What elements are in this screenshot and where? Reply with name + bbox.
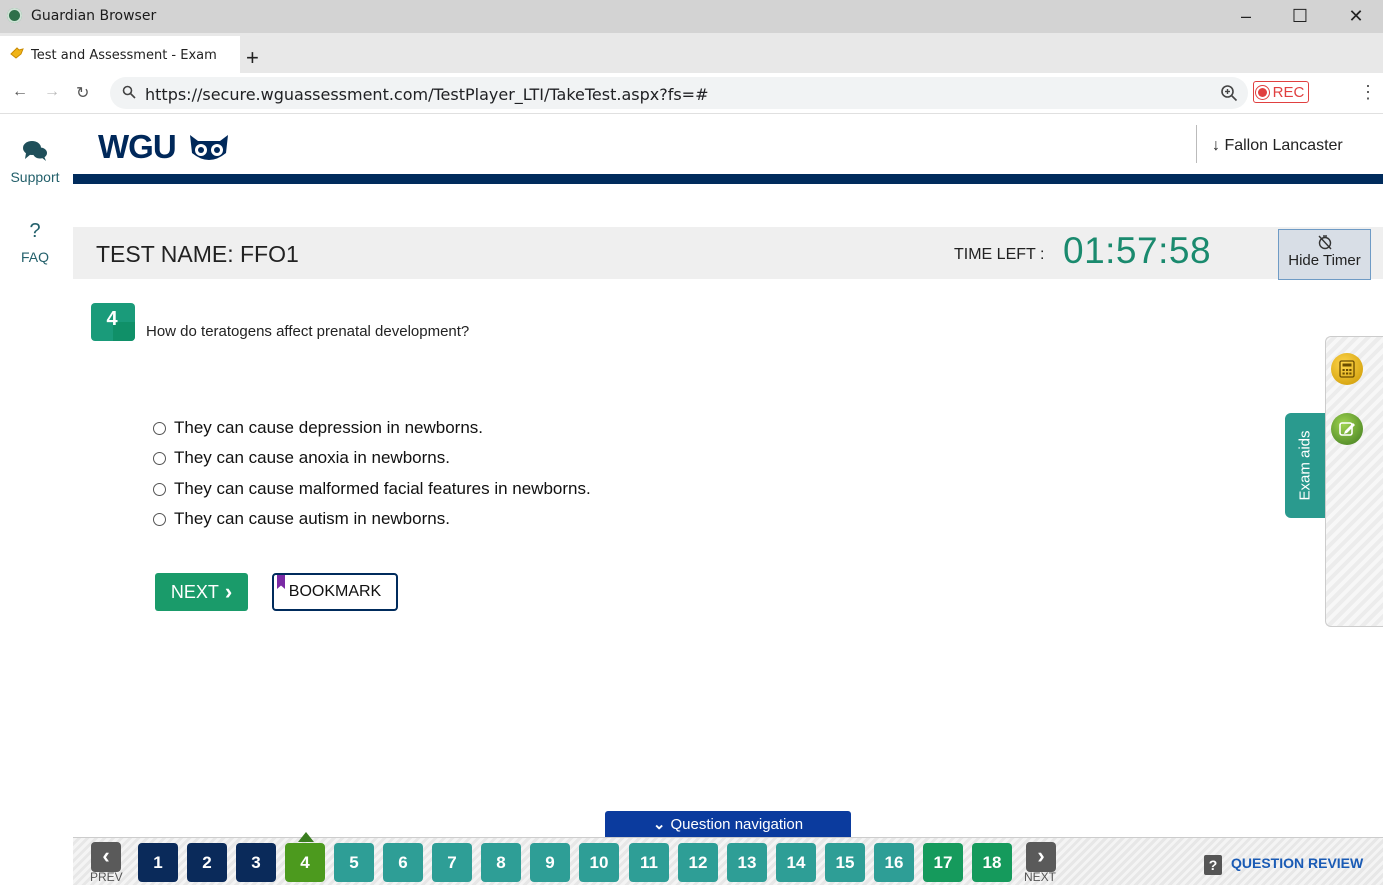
question-text: How do teratogens affect prenatal develo…: [146, 323, 470, 340]
hide-timer-button[interactable]: Hide Timer: [1278, 229, 1371, 280]
site-info-icon[interactable]: [122, 85, 136, 99]
owl-logo-icon: [190, 135, 228, 160]
tab-label: Test and Assessment - Exam: [31, 48, 217, 63]
question-nav-button-7[interactable]: 7: [432, 843, 472, 882]
user-menu[interactable]: ↓ Fallon Lancaster: [1212, 137, 1343, 155]
answer-option[interactable]: They can cause autism in newborns.: [153, 507, 450, 531]
question-number-badge: 4: [91, 303, 135, 341]
question-nav-button-5[interactable]: 5: [334, 843, 374, 882]
new-tab-button[interactable]: +: [246, 45, 259, 71]
close-window-button[interactable]: ✕: [1329, 0, 1383, 33]
answer-option[interactable]: They can cause anoxia in newborns.: [153, 446, 450, 470]
chevron-left-icon: ‹: [102, 842, 110, 868]
hand-icon: [10, 47, 24, 59]
window-title-bar: Guardian Browser: [0, 0, 1383, 33]
record-icon: [1257, 87, 1267, 97]
chevron-right-icon: ›: [1037, 842, 1045, 868]
radio-button[interactable]: [153, 421, 166, 435]
recording-label: REC: [1272, 83, 1305, 101]
sidebar-item-label: FAQ: [20, 249, 49, 265]
radio-button[interactable]: [153, 451, 166, 465]
exam-aids-label: Exam aids: [1296, 430, 1314, 501]
question-navigation-toggle[interactable]: ⌄ Question navigation: [605, 811, 851, 837]
pencil-paper-icon: [1339, 422, 1355, 436]
browser-menu-icon[interactable]: ⋮: [1359, 82, 1377, 103]
tab-exam[interactable]: Test and Assessment - Exam: [0, 36, 240, 73]
next-page-button[interactable]: ›: [1026, 842, 1056, 872]
question-navigation-label: Question navigation: [670, 815, 804, 833]
minimize-button[interactable]: –: [1219, 0, 1273, 33]
question-nav-button-13[interactable]: 13: [727, 843, 767, 882]
bookmark-button[interactable]: BOOKMARK: [272, 573, 398, 611]
chevron-down-icon: ⌄: [652, 816, 666, 833]
reload-icon[interactable]: ↻: [76, 83, 89, 103]
radio-button[interactable]: [153, 512, 166, 526]
question-nav-button-10[interactable]: 10: [579, 843, 619, 882]
exam-aids-tab-label[interactable]: Exam aids: [1285, 413, 1325, 518]
question-nav-button-15[interactable]: 15: [825, 843, 865, 882]
question-nav-button-8[interactable]: 8: [481, 843, 521, 882]
question-mark-icon: ?: [29, 220, 41, 242]
prev-label: PREV: [90, 870, 123, 884]
chevron-right-icon: ›: [224, 579, 233, 604]
time-left-label: TIME LEFT :: [954, 246, 1045, 263]
answer-option-text[interactable]: They can cause anoxia in newborns.: [174, 448, 450, 468]
header-divider: [1196, 125, 1197, 163]
question-nav-button-12[interactable]: 12: [678, 843, 718, 882]
recording-badge: REC: [1253, 81, 1309, 103]
sidebar-item-label: Support: [10, 169, 60, 185]
forward-icon[interactable]: →: [44, 83, 60, 101]
question-review-link[interactable]: QUESTION REVIEW: [1231, 855, 1363, 871]
header-accent-bar: [73, 174, 1383, 184]
hide-timer-label: Hide Timer: [1288, 252, 1361, 269]
chat-bubbles-icon: [23, 141, 47, 161]
question-nav-button-14[interactable]: 14: [776, 843, 816, 882]
question-number: 4: [106, 307, 118, 330]
question-nav-button-3[interactable]: 3: [236, 843, 276, 882]
maximize-button[interactable]: ☐: [1273, 0, 1327, 33]
sidebar-item-support[interactable]: Support: [6, 140, 64, 196]
test-name: TEST NAME: FFO1: [96, 241, 299, 267]
answer-option-text[interactable]: They can cause autism in newborns.: [174, 509, 450, 529]
window-title: Guardian Browser: [31, 8, 157, 24]
question-nav-button-11[interactable]: 11: [629, 843, 669, 882]
answer-option[interactable]: They can cause malformed facial features…: [153, 477, 591, 501]
next-question-button[interactable]: NEXT ›: [155, 573, 248, 611]
answer-option-text[interactable]: They can cause depression in newborns.: [174, 418, 483, 438]
url-text[interactable]: https://secure.wguassessment.com/TestPla…: [145, 85, 708, 104]
next-button-label: NEXT: [170, 581, 219, 602]
answer-option-text[interactable]: They can cause malformed facial features…: [174, 479, 591, 499]
question-nav-button-6[interactable]: 6: [383, 843, 423, 882]
timer-off-icon: [1317, 235, 1332, 250]
bookmark-button-label: BOOKMARK: [288, 583, 382, 600]
zoom-icon[interactable]: [1220, 84, 1238, 102]
scratchpad-icon[interactable]: [1331, 413, 1363, 445]
calculator-icon[interactable]: [1331, 353, 1363, 385]
next-label: NEXT: [1024, 870, 1057, 884]
question-nav-button-16[interactable]: 16: [874, 843, 914, 882]
question-nav-button-2[interactable]: 2: [187, 843, 227, 882]
prev-question-button[interactable]: ‹: [91, 842, 121, 872]
wgu-logo: WGU: [98, 128, 177, 165]
question-nav-button-9[interactable]: 9: [530, 843, 570, 882]
answer-option[interactable]: They can cause depression in newborns.: [153, 416, 483, 440]
question-nav-button-17[interactable]: 17: [923, 843, 963, 882]
sidebar-item-faq[interactable]: ? FAQ: [6, 220, 64, 276]
calculator-glyph-icon: [1339, 360, 1355, 378]
current-question-pointer: [298, 832, 314, 842]
question-nav-button-1[interactable]: 1: [138, 843, 178, 882]
guardian-browser-icon: [7, 8, 22, 23]
help-icon[interactable]: ?: [1204, 855, 1222, 875]
question-nav-button-4[interactable]: 4: [285, 843, 325, 882]
radio-button[interactable]: [153, 482, 166, 496]
back-icon[interactable]: ←: [12, 83, 28, 101]
countdown-timer: 01:57:58: [1063, 230, 1212, 271]
question-nav-button-18[interactable]: 18: [972, 843, 1012, 882]
